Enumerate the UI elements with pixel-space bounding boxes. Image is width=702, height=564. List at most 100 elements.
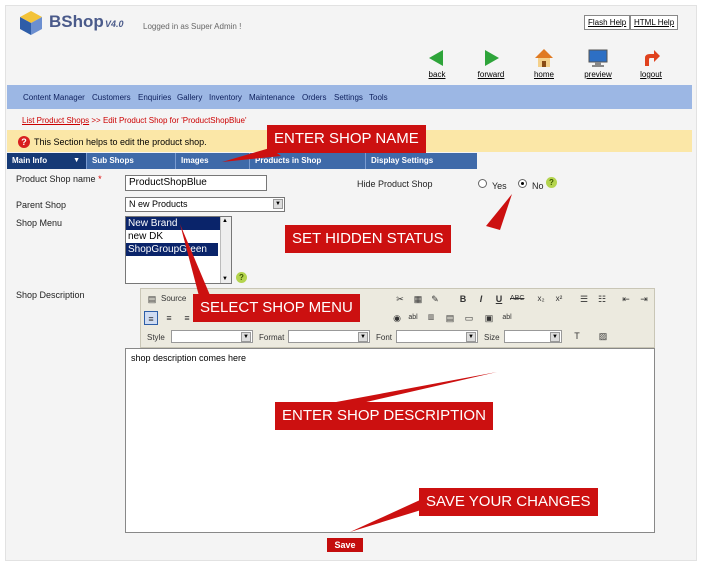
home-label: home (533, 70, 554, 79)
callout-set-hidden-status: SET HIDDEN STATUS (285, 225, 451, 253)
home-icon (535, 49, 553, 67)
button-field-icon[interactable]: ▭ (462, 311, 476, 325)
hide-help-icon[interactable]: ? (546, 177, 557, 188)
save-button[interactable]: Save (327, 538, 363, 552)
shop-menu-label: Shop Menu (16, 218, 63, 228)
chevron-down-icon: ▼ (273, 199, 283, 209)
hide-yes-label: Yes (492, 181, 507, 191)
format-select[interactable]: ▼ (288, 330, 370, 343)
underline-icon[interactable]: U (492, 292, 506, 306)
tab-images[interactable]: Images (176, 153, 250, 169)
background-color-icon[interactable]: ▨ (596, 329, 610, 343)
menu-maintenance[interactable]: Maintenance (249, 93, 295, 102)
menu-inventory[interactable]: Inventory (209, 93, 242, 102)
style-label: Style (147, 333, 165, 342)
shop-description-label: Shop Description (16, 290, 85, 300)
forward-arrow-icon (485, 50, 499, 66)
preview-button[interactable]: preview (576, 48, 620, 79)
callout-save-changes: SAVE YOUR CHANGES (419, 488, 598, 516)
size-select[interactable]: ▼ (504, 330, 562, 343)
textarea-icon[interactable]: ▥ (424, 311, 438, 325)
flash-help-link[interactable]: Flash Help (584, 15, 631, 30)
callout-enter-shop-name: ENTER SHOP NAME (267, 125, 426, 153)
align-right-icon[interactable]: ≡ (180, 311, 194, 325)
menu-option-new-brand[interactable]: New Brand (126, 217, 231, 230)
chevron-down-icon: ▼ (466, 332, 476, 342)
scroll-down-icon[interactable]: ▼ (222, 276, 228, 282)
source-icon[interactable]: ▤ (145, 292, 159, 306)
shop-menu-listbox[interactable]: New Brand new DK ShopGroupGreen ▼ ▲ (125, 216, 232, 284)
breadcrumb: List Product Shops >> Edit Product Shop … (22, 116, 247, 125)
back-button[interactable]: back (415, 48, 459, 79)
numbered-list-icon[interactable]: ☰ (577, 292, 591, 306)
menu-content-manager[interactable]: Content Manager (23, 93, 85, 102)
parent-shop-value: N ew Products (129, 199, 188, 209)
tab-display-settings[interactable]: Display Settings (366, 153, 477, 169)
shop-name-label-text: Product Shop name (16, 174, 96, 184)
html-help-link[interactable]: HTML Help (630, 15, 679, 30)
font-select[interactable]: ▼ (396, 330, 478, 343)
forward-label: forward (477, 70, 505, 79)
breadcrumb-link[interactable]: List Product Shops (22, 116, 89, 125)
select-field-icon[interactable]: ▤ (443, 311, 457, 325)
superscript-icon[interactable]: x² (552, 292, 566, 306)
hide-no-radio[interactable] (518, 179, 527, 188)
text-color-icon[interactable]: T (570, 329, 584, 343)
cut-icon[interactable]: ✂ (393, 292, 407, 306)
shop-name-input[interactable]: ProductShopBlue (125, 175, 267, 191)
forward-button[interactable]: forward (469, 48, 513, 79)
bullet-list-icon[interactable]: ☷ (595, 292, 609, 306)
preview-label: preview (584, 70, 612, 79)
menu-option-new-dk[interactable]: new DK (126, 230, 231, 243)
source-button[interactable]: Source (161, 294, 186, 303)
strikethrough-icon[interactable]: ABC (510, 292, 524, 306)
menu-enquiries[interactable]: Enquiries (138, 93, 171, 102)
font-label: Font (376, 333, 393, 342)
outdent-icon[interactable]: ⇤ (619, 292, 633, 306)
image-button-icon[interactable]: ▣ (482, 311, 496, 325)
tab-main-info[interactable]: Main Info ▼ (7, 153, 87, 169)
menu-customers[interactable]: Customers (92, 93, 131, 102)
menu-option-shopgroupgreen[interactable]: ShopGroupGreen (126, 243, 218, 256)
parent-shop-select[interactable]: N ew Products ▼ (125, 197, 285, 212)
menu-help-icon[interactable]: ? (236, 272, 247, 283)
menu-tools[interactable]: Tools (369, 93, 388, 102)
bold-icon[interactable]: B (456, 292, 470, 306)
logout-button[interactable]: logout (629, 48, 673, 79)
back-arrow-icon (429, 50, 443, 66)
chevron-down-icon: ▼ (73, 157, 80, 164)
logo-cube-icon (20, 11, 42, 35)
menu-settings[interactable]: Settings (334, 93, 363, 102)
required-mark: * (98, 174, 102, 184)
eraser-icon[interactable]: ✎ (428, 292, 442, 306)
logged-in-status: Logged in as Super Admin ! (143, 22, 242, 31)
scroll-up-icon[interactable]: ▲ (222, 218, 228, 224)
home-button[interactable]: home (522, 48, 566, 79)
back-label: back (428, 70, 446, 79)
logo-text: BShop (49, 12, 104, 31)
hidden-field-icon[interactable]: abl (500, 311, 514, 325)
shop-description-text: shop description comes here (131, 353, 247, 363)
radio-field-icon[interactable]: ◉ (390, 311, 404, 325)
tab-sub-shops[interactable]: Sub Shops (87, 153, 176, 169)
info-text: This Section helps to edit the product s… (34, 137, 207, 147)
italic-icon[interactable]: I (474, 292, 488, 306)
hide-no-label: No (532, 181, 544, 191)
subscript-icon[interactable]: x₂ (534, 292, 548, 306)
align-left-icon[interactable]: ≡ (144, 311, 158, 325)
table-icon[interactable]: ▦ (411, 292, 425, 306)
monitor-icon (588, 49, 608, 67)
tab-products-in-shop[interactable]: Products in Shop (250, 153, 366, 169)
align-center-icon[interactable]: ≡ (162, 311, 176, 325)
menu-gallery[interactable]: Gallery (177, 93, 202, 102)
logout-label: logout (640, 70, 662, 79)
textfield-icon[interactable]: abl (406, 311, 420, 325)
hide-yes-radio[interactable] (478, 179, 487, 188)
shop-name-label: Product Shop name * (16, 174, 106, 184)
size-label: Size (484, 333, 500, 342)
listbox-scrollbar[interactable]: ▼ ▲ (220, 217, 231, 283)
menu-orders[interactable]: Orders (302, 93, 326, 102)
logout-arrow-icon (645, 50, 660, 66)
style-select[interactable]: ▼ (171, 330, 253, 343)
indent-icon[interactable]: ⇥ (637, 292, 651, 306)
